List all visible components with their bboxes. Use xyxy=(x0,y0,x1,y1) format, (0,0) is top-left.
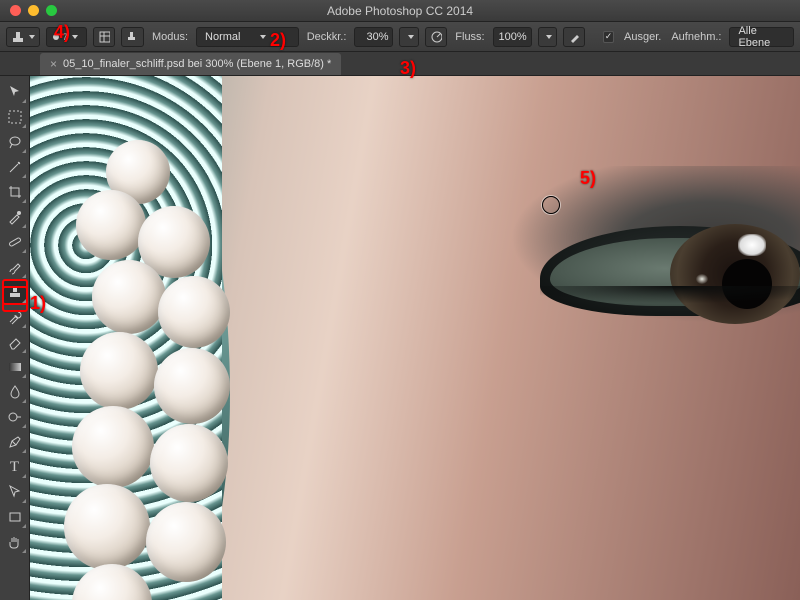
move-icon xyxy=(7,84,23,100)
image-content xyxy=(64,484,150,570)
lasso-icon xyxy=(7,134,23,150)
brush-cursor xyxy=(542,196,560,214)
eyedropper-icon xyxy=(7,209,23,225)
rectangle-icon xyxy=(7,509,23,525)
sample-label: Aufnehm.: xyxy=(669,31,723,43)
type-tool[interactable]: T xyxy=(3,455,27,479)
traffic-lights xyxy=(0,5,57,16)
marquee-tool[interactable] xyxy=(3,105,27,129)
options-bar: 7 Modus: Normal Deckkr.: 30% Fluss: 100%… xyxy=(0,22,800,52)
app-title: Adobe Photoshop CC 2014 xyxy=(327,4,473,18)
annotation-5: 5) xyxy=(580,168,596,189)
flow-input[interactable]: 100% xyxy=(493,27,532,47)
lasso-tool[interactable] xyxy=(3,130,27,154)
opacity-input[interactable]: 30% xyxy=(354,27,393,47)
flow-label: Fluss: xyxy=(453,31,486,43)
flow-dropdown[interactable] xyxy=(538,27,557,47)
blur-tool[interactable] xyxy=(3,380,27,404)
eraser-tool[interactable] xyxy=(3,330,27,354)
image-content xyxy=(72,406,154,488)
crop-icon xyxy=(7,184,23,200)
image-content xyxy=(158,276,230,348)
toolbox: T xyxy=(0,76,30,600)
airbrush-toggle[interactable] xyxy=(563,27,586,47)
annotation-3: 3) xyxy=(400,58,416,79)
opacity-label: Deckkr.: xyxy=(305,31,349,43)
eraser-icon xyxy=(7,334,23,350)
maximize-window-button[interactable] xyxy=(46,5,57,16)
tool-preset-picker[interactable] xyxy=(6,27,40,47)
pen-icon xyxy=(7,434,23,450)
marquee-icon xyxy=(7,109,23,125)
aligned-label: Ausger. xyxy=(622,31,663,43)
opacity-dropdown[interactable] xyxy=(399,27,418,47)
quick-selection-tool[interactable] xyxy=(3,155,27,179)
pressure-icon xyxy=(430,30,443,44)
canvas[interactable] xyxy=(30,76,800,600)
annotation-2: 2) xyxy=(270,30,286,51)
image-content xyxy=(146,502,226,582)
bandaid-icon xyxy=(7,234,23,250)
annotation-4: 4) xyxy=(54,22,70,43)
hand-tool[interactable] xyxy=(3,530,27,554)
window-titlebar: Adobe Photoshop CC 2014 xyxy=(0,0,800,22)
brush-panel-toggle[interactable] xyxy=(93,27,116,47)
brush-tool[interactable] xyxy=(3,255,27,279)
image-content xyxy=(92,260,166,334)
document-tab[interactable]: × 05_10_finaler_schliff.psd bei 300% (Eb… xyxy=(40,53,341,75)
close-tab-icon[interactable]: × xyxy=(50,57,57,71)
image-content xyxy=(150,424,228,502)
hand-icon xyxy=(7,534,23,550)
clone-source-icon xyxy=(126,30,139,44)
eyedropper-tool[interactable] xyxy=(3,205,27,229)
minimize-window-button[interactable] xyxy=(28,5,39,16)
annotation-1: 1) xyxy=(30,293,46,314)
move-tool[interactable] xyxy=(3,80,27,104)
path-selection-tool[interactable] xyxy=(3,480,27,504)
pen-tool[interactable] xyxy=(3,430,27,454)
crop-tool[interactable] xyxy=(3,180,27,204)
close-window-button[interactable] xyxy=(10,5,21,16)
gradient-icon xyxy=(7,359,23,375)
image-content xyxy=(80,332,158,410)
pressure-opacity-toggle[interactable] xyxy=(425,27,448,47)
mode-label: Modus: xyxy=(150,31,190,43)
annotation-highlight-1 xyxy=(2,286,28,312)
shape-tool[interactable] xyxy=(3,505,27,529)
clone-stamp-icon xyxy=(11,30,25,44)
wand-icon xyxy=(7,159,23,175)
airbrush-icon xyxy=(568,30,581,44)
dodge-icon xyxy=(7,409,23,425)
document-tab-label: 05_10_finaler_schliff.psd bei 300% (Eben… xyxy=(63,58,331,70)
sample-dropdown[interactable]: Alle Ebene xyxy=(729,27,794,47)
type-icon: T xyxy=(10,459,19,476)
drop-icon xyxy=(7,384,23,400)
clone-source-panel-toggle[interactable] xyxy=(121,27,144,47)
image-content xyxy=(510,166,800,346)
brush-icon xyxy=(7,259,23,275)
dodge-tool[interactable] xyxy=(3,405,27,429)
aligned-checkbox[interactable] xyxy=(603,31,614,43)
image-content xyxy=(154,348,230,424)
gradient-tool[interactable] xyxy=(3,355,27,379)
image-content xyxy=(76,190,146,260)
healing-brush-tool[interactable] xyxy=(3,230,27,254)
arrow-icon xyxy=(7,484,23,500)
brush-panel-icon xyxy=(98,30,111,44)
